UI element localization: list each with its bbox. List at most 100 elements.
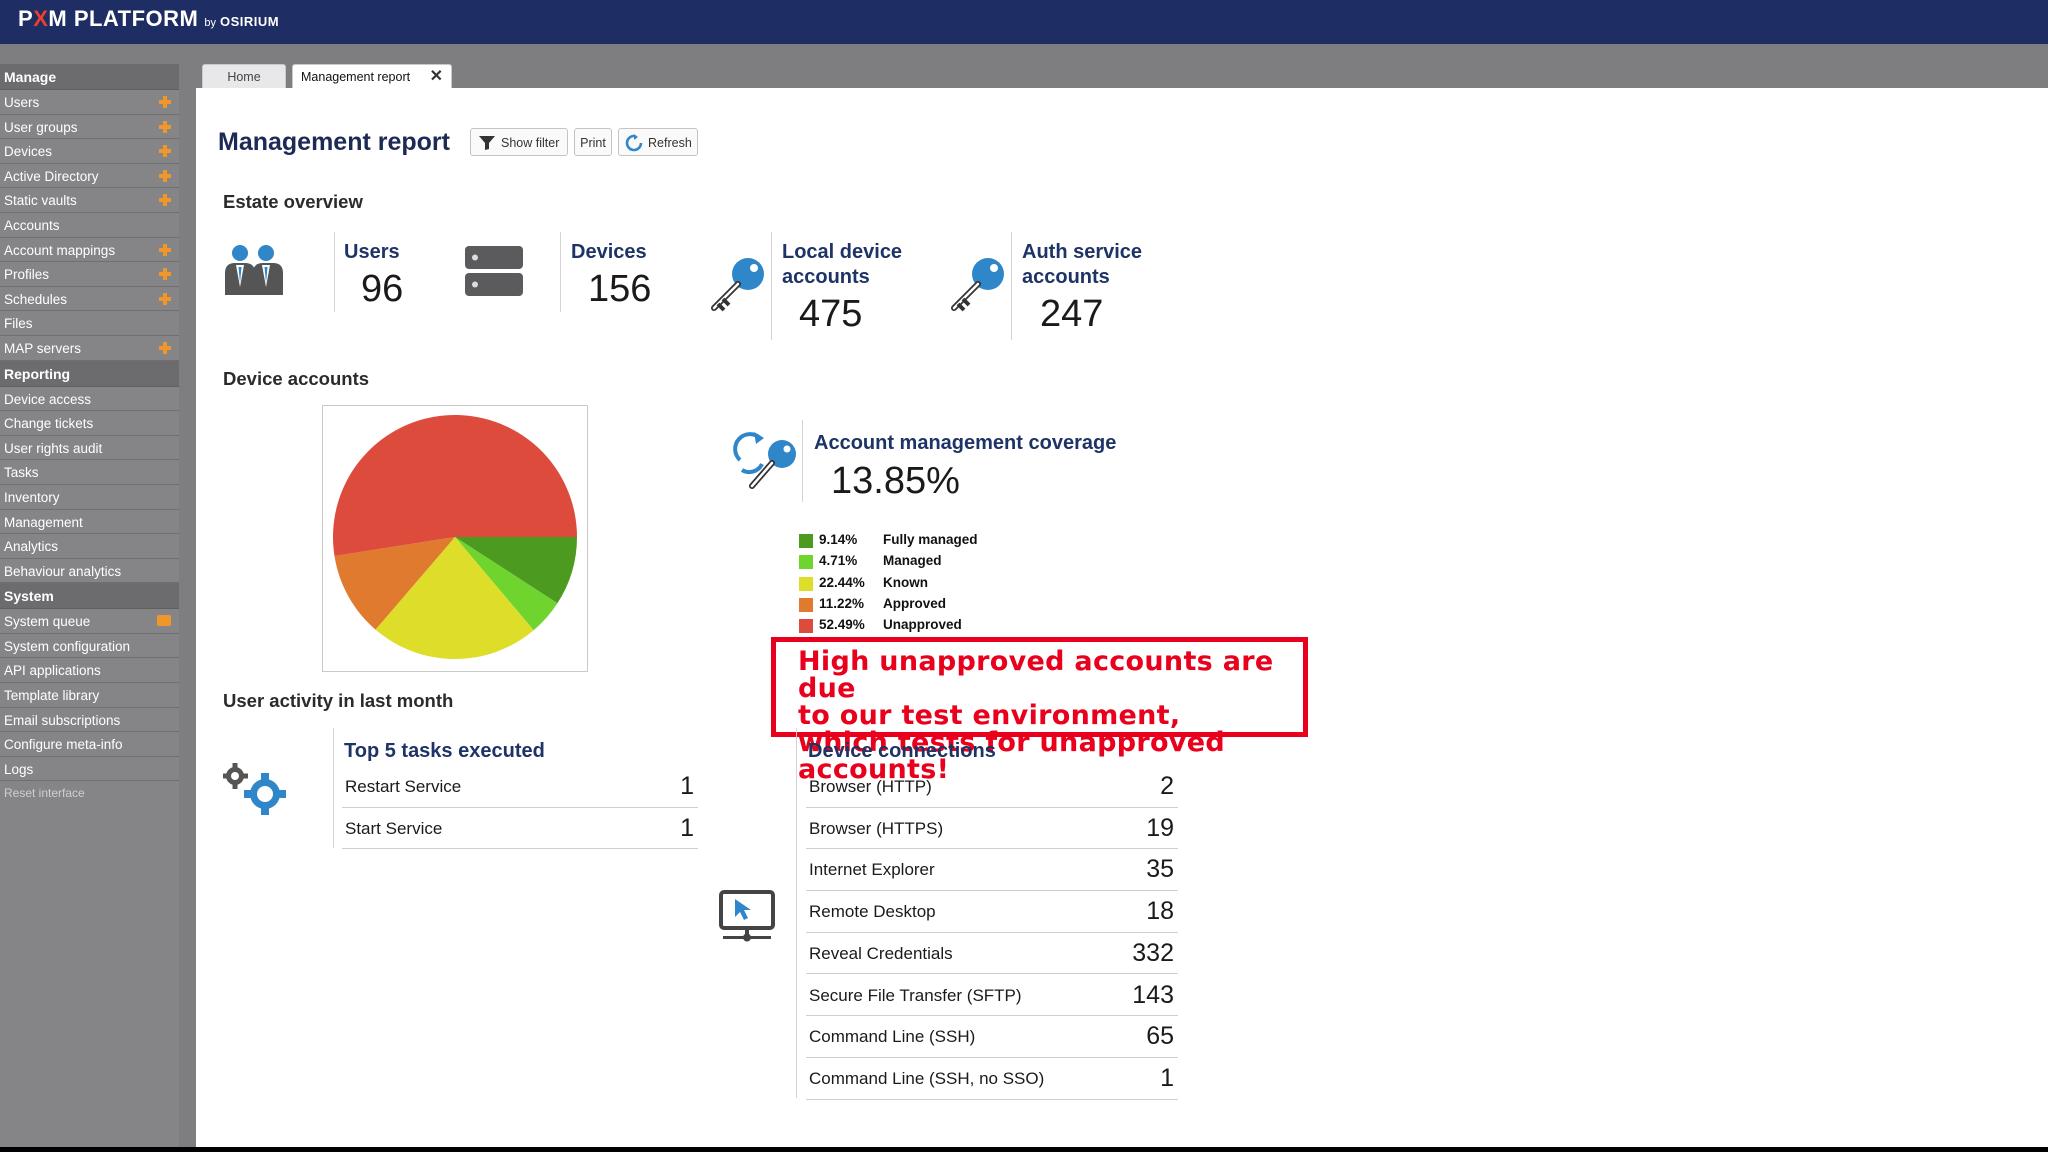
screen: PXM PLATFORM by OSIRIUM Manage Users User gr… [0, 0, 2048, 1147]
legend-label: Unapproved [883, 617, 962, 633]
sidebar-item-label: Inventory [4, 489, 60, 505]
sidebar-item-profiles[interactable]: Profiles [0, 262, 179, 287]
local-accounts-stat-value: 475 [799, 293, 863, 335]
sidebar-item-label: Devices [4, 144, 53, 160]
sidebar-item-tasks[interactable]: Tasks [0, 460, 179, 485]
sidebar-item-label: Account mappings [4, 242, 116, 258]
users-stat-title: Users [344, 241, 400, 263]
plus-icon[interactable] [159, 292, 171, 305]
sidebar-item-logs[interactable]: Logs [0, 757, 179, 782]
gears-icon [223, 763, 286, 815]
brand-by: by [204, 17, 217, 29]
auth-accounts-stat-title: Auth service accounts [1022, 241, 1143, 288]
connection-name: Browser (HTTPS) [809, 818, 944, 838]
sidebar-item-analytics[interactable]: Analytics [0, 534, 179, 559]
divider [771, 232, 772, 340]
key-icon [951, 258, 1004, 312]
sidebar-item-active-directory[interactable]: Active Directory [0, 164, 179, 189]
connection-row: Internet Explorer 35 [806, 849, 1178, 892]
device-accounts-heading: Device accounts [223, 368, 370, 389]
show-filter-label: Show filter [501, 136, 560, 150]
refresh-button[interactable]: Refresh [618, 128, 698, 156]
legend-label: Known [883, 574, 928, 590]
plus-icon[interactable] [159, 194, 171, 207]
device-accounts-pie-chart [333, 415, 577, 660]
divider [796, 728, 797, 1098]
refresh-label: Refresh [648, 136, 692, 150]
plus-icon[interactable] [159, 96, 171, 108]
legend-label: Approved [883, 595, 947, 611]
sidebar-item-map-servers[interactable]: MAP servers [0, 336, 179, 361]
sidebar-item-inventory[interactable]: Inventory [0, 485, 179, 510]
sidebar-item-user-groups[interactable]: User groups [0, 115, 179, 140]
connection-name: Browser (HTTP) [809, 777, 932, 796]
task-name: Restart Service [345, 777, 462, 796]
tab-label: Management report [301, 70, 411, 84]
sidebar-item-label: Management [4, 514, 83, 530]
sidebar-item-user-rights-audit[interactable]: User rights audit [0, 436, 179, 461]
top-bar: PXM PLATFORM by OSIRIUM [0, 0, 2048, 44]
sidebar-item-system-queue[interactable]: System queue [0, 609, 179, 634]
print-button[interactable]: Print [574, 128, 612, 156]
connection-count: 332 [1132, 938, 1174, 967]
sidebar-item-label: Email subscriptions [4, 712, 121, 728]
connection-name: Secure File Transfer (SFTP) [809, 985, 1022, 1005]
sidebar-item-devices[interactable]: Devices [0, 139, 179, 164]
sidebar-item-account-mappings[interactable]: Account mappings [0, 238, 179, 263]
sidebar-section-reporting: Reporting [0, 360, 179, 387]
connection-row: Remote Desktop 18 [806, 891, 1178, 933]
sidebar-item-email-subscriptions[interactable]: Email subscriptions [0, 708, 179, 733]
close-icon[interactable]: ✕ [430, 65, 443, 89]
sidebar-item-users[interactable]: Users [0, 90, 179, 115]
users-icon [225, 245, 283, 295]
app-logo[interactable]: PXM PLATFORM by OSIRIUM [18, 6, 279, 32]
sidebar-item-behaviour-analytics[interactable]: Behaviour analytics [0, 559, 179, 584]
connection-count: 1 [1160, 1063, 1174, 1092]
sidebar-item-template-library[interactable]: Template library [0, 683, 179, 708]
tab-home[interactable]: Home [202, 64, 286, 88]
sidebar-item-accounts[interactable]: Accounts [0, 213, 179, 238]
plus-icon[interactable] [159, 145, 171, 158]
legend-swatch [799, 597, 813, 612]
sidebar-item-change-tickets[interactable]: Change tickets [0, 411, 179, 436]
connection-name: Command Line (SSH) [809, 1027, 976, 1047]
sidebar-item-configure-meta-info[interactable]: Configure meta-info [0, 732, 179, 757]
devices-stat-value: 156 [588, 268, 652, 310]
plus-icon[interactable] [159, 169, 171, 182]
plus-icon[interactable] [159, 268, 171, 281]
legend-label: Managed [883, 553, 942, 569]
refresh-icon [625, 134, 643, 152]
sidebar-item-api-applications[interactable]: API applications [0, 658, 179, 684]
sidebar-item-files[interactable]: Files [0, 311, 179, 336]
monitor-icon [719, 890, 775, 942]
legend-swatch [799, 576, 813, 591]
sidebar-item-device-access[interactable]: Device access [0, 387, 179, 412]
legend-percent: 4.71% [819, 553, 858, 569]
sidebar-item-label: Accounts [4, 217, 60, 233]
sidebar-item-management[interactable]: Management [0, 510, 179, 535]
coverage-title: Account management coverage [814, 432, 1117, 454]
show-filter-button[interactable]: Show filter [470, 128, 568, 156]
estate-overview-heading: Estate overview [223, 191, 363, 212]
sidebar-item-label: Users [4, 95, 40, 110]
key-sync-icon [733, 432, 796, 489]
sidebar-item-label: MAP servers [4, 340, 82, 356]
connection-row: Browser (HTTP) 2 [806, 766, 1178, 808]
legend-percent: 52.49% [819, 617, 865, 633]
legend-swatch [799, 534, 813, 548]
tab-management-report[interactable]: Management report ✕ [292, 64, 452, 88]
plus-icon[interactable] [159, 243, 171, 256]
legend-percent: 22.44% [819, 574, 865, 590]
coverage-value: 13.85% [831, 460, 960, 502]
users-stat-value: 96 [361, 268, 404, 310]
sidebar-item-static-vaults[interactable]: Static vaults [0, 188, 179, 213]
reset-interface-link[interactable]: Reset interface [0, 781, 179, 806]
plus-icon[interactable] [159, 120, 171, 133]
sidebar-item-label: Device access [4, 391, 92, 407]
legend-percent: 11.22% [819, 595, 865, 611]
sidebar-item-system-configuration[interactable]: System configuration [0, 634, 179, 659]
sidebar-item-schedules[interactable]: Schedules [0, 287, 179, 312]
sidebar-item-label: Static vaults [4, 193, 77, 209]
plus-icon[interactable] [159, 341, 171, 354]
devices-stat-title: Devices [571, 241, 647, 263]
